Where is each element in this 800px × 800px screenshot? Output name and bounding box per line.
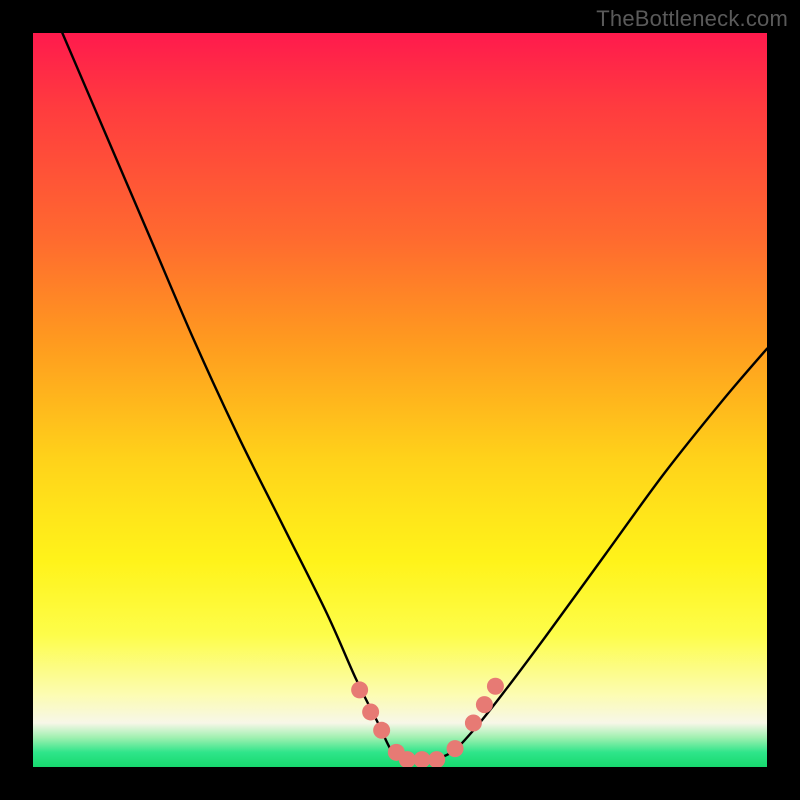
plot-area xyxy=(33,33,767,767)
marker-dot xyxy=(428,751,445,767)
bottleneck-curve xyxy=(62,33,767,761)
chart-frame: TheBottleneck.com xyxy=(0,0,800,800)
watermark-label: TheBottleneck.com xyxy=(596,6,788,32)
highlight-dots xyxy=(351,678,504,767)
marker-dot xyxy=(476,696,493,713)
marker-dot xyxy=(362,703,379,720)
marker-dot xyxy=(351,681,368,698)
marker-dot xyxy=(487,678,504,695)
marker-dot xyxy=(414,751,431,767)
chart-svg xyxy=(33,33,767,767)
marker-dot xyxy=(373,722,390,739)
marker-dot xyxy=(447,740,464,757)
marker-dot xyxy=(465,714,482,731)
